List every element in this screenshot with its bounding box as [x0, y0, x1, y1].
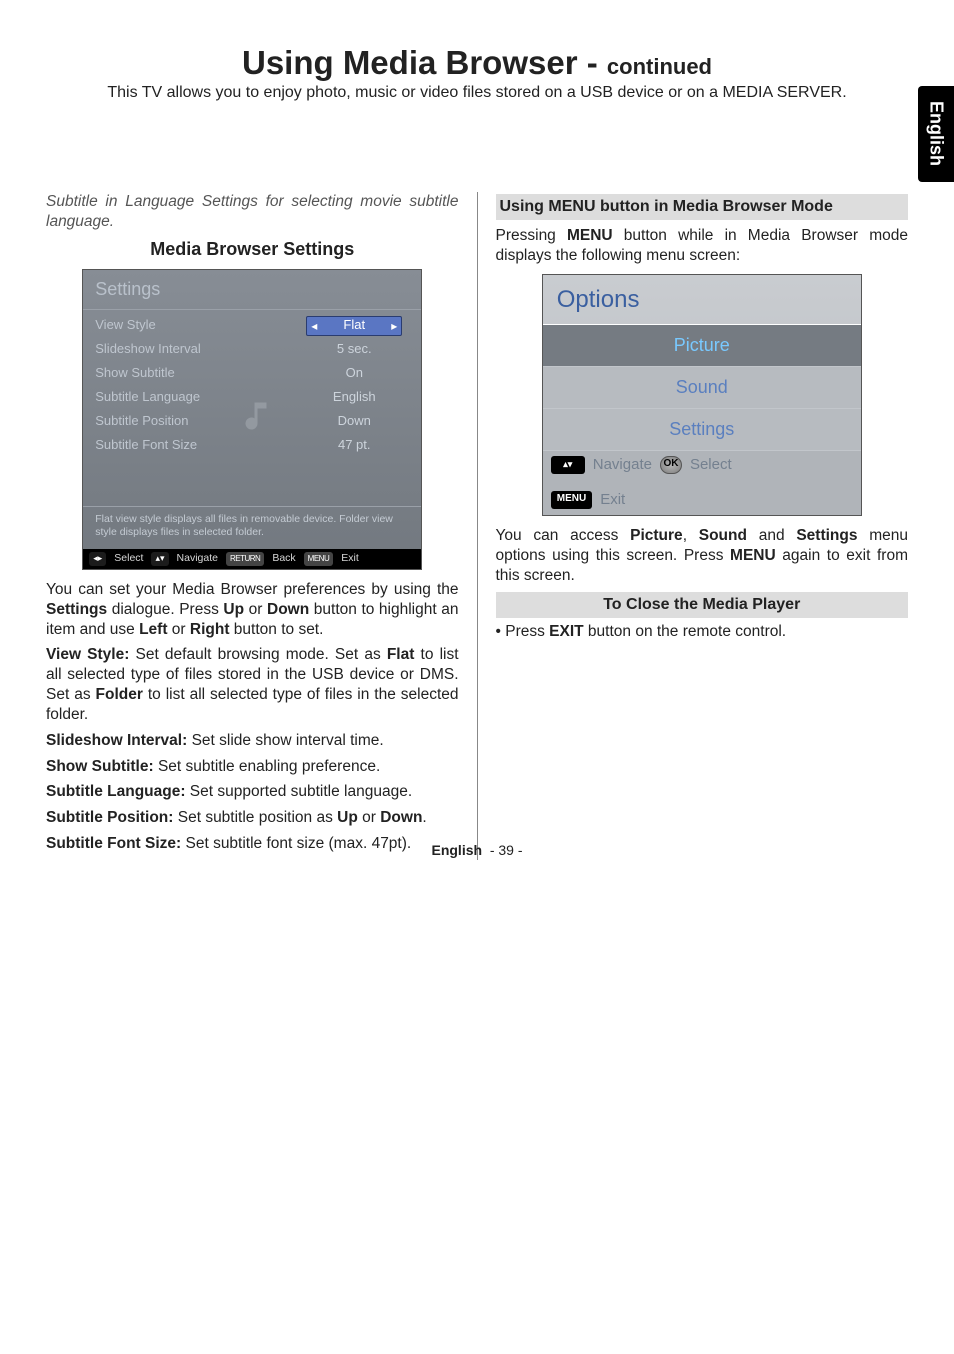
footer-select-label: Select — [690, 455, 732, 474]
options-shot-header: Options — [543, 275, 861, 325]
close-media-player-heading: To Close the Media Player — [496, 592, 909, 618]
subtitle-language-note: Subtitle in Language Settings for select… — [46, 192, 459, 232]
view-style-paragraph: View Style: Set default browsing mode. S… — [46, 645, 459, 724]
settings-row-value: 47 pt. — [299, 437, 409, 454]
footer-navigate-label: Navigate — [177, 552, 218, 565]
settings-shot-footer: Select Navigate RETURN Back MENU Exit — [83, 549, 421, 569]
settings-row-label: View Style — [95, 317, 299, 334]
footer-language: English — [431, 842, 482, 858]
slideshow-interval-paragraph: Slideshow Interval: Set slide show inter… — [46, 731, 459, 751]
settings-row-value-selected: ◂ Flat ▸ — [306, 316, 402, 336]
language-side-tab: English — [918, 86, 954, 182]
settings-row-label: Show Subtitle — [95, 365, 299, 382]
page-title: Using Media Browser - continued — [38, 44, 916, 82]
subtitle-language-paragraph: Subtitle Language: Set supported subtitl… — [46, 782, 459, 802]
page-subtitle: This TV allows you to enjoy photo, music… — [38, 84, 916, 102]
menu-press-paragraph: Pressing MENU button while in Media Brow… — [496, 226, 909, 266]
ok-key-icon: OK — [660, 456, 682, 474]
options-item-picture: Picture — [543, 325, 861, 367]
footer-select-label: Select — [114, 552, 143, 565]
preferences-paragraph: You can set your Media Browser preferenc… — [46, 580, 459, 639]
settings-row-show-subtitle: Show Subtitle On — [95, 362, 409, 386]
settings-row-value-text: Flat — [343, 317, 365, 334]
settings-row-value: Down — [299, 413, 409, 430]
settings-row-slideshow-interval: Slideshow Interval 5 sec. — [95, 338, 409, 362]
options-shot-footer: Navigate OK Select MENU Exit — [543, 451, 861, 515]
menu-key-icon: MENU — [304, 552, 334, 566]
footer-navigate-label: Navigate — [593, 455, 652, 474]
return-key-icon: RETURN — [226, 552, 264, 566]
subtitle-position-paragraph: Subtitle Position: Set subtitle position… — [46, 808, 459, 828]
settings-row-value: 5 sec. — [299, 341, 409, 358]
options-screenshot: Options Picture Sound Settings Navigate … — [542, 274, 862, 516]
settings-row-value: On — [299, 365, 409, 382]
settings-row-subtitle-font-size: Subtitle Font Size 47 pt. — [95, 434, 409, 458]
right-column: Using MENU button in Media Browser Mode … — [478, 192, 917, 860]
options-item-settings: Settings — [543, 409, 861, 451]
settings-shot-description: Flat view style displays all files in re… — [83, 506, 421, 549]
page-footer: English - 39 - — [0, 842, 954, 858]
settings-row-label: Slideshow Interval — [95, 341, 299, 358]
media-browser-settings-heading: Media Browser Settings — [46, 238, 459, 261]
left-right-key-icon — [89, 552, 106, 566]
footer-back-label: Back — [272, 552, 295, 565]
close-media-player-bullet: Press EXIT button on the remote control. — [496, 622, 909, 642]
title-continued: continued — [607, 54, 712, 79]
settings-row-label: Subtitle Font Size — [95, 437, 299, 454]
arrow-left-icon: ◂ — [311, 319, 317, 334]
settings-row-view-style: View Style ◂ Flat ▸ — [95, 314, 409, 338]
title-main: Using Media Browser - — [242, 44, 607, 81]
settings-row-value: English — [299, 389, 409, 406]
show-subtitle-paragraph: Show Subtitle: Set subtitle enabling pre… — [46, 757, 459, 777]
arrow-right-icon: ▸ — [391, 319, 397, 334]
using-menu-heading: Using MENU button in Media Browser Mode — [496, 194, 909, 220]
up-down-key-icon — [551, 456, 585, 474]
options-item-sound: Sound — [543, 367, 861, 409]
settings-screenshot: Settings View Style ◂ Flat ▸ S — [82, 269, 422, 570]
up-down-key-icon — [151, 552, 168, 566]
footer-exit-label: Exit — [600, 490, 625, 509]
settings-shot-header: Settings — [83, 270, 421, 310]
footer-exit-label: Exit — [341, 552, 359, 565]
footer-page-number: - 39 - — [490, 842, 523, 858]
music-note-icon — [241, 398, 277, 434]
access-paragraph: You can access Picture, Sound and Settin… — [496, 526, 909, 585]
menu-key-icon: MENU — [551, 491, 592, 509]
left-column: Subtitle in Language Settings for select… — [38, 192, 478, 860]
